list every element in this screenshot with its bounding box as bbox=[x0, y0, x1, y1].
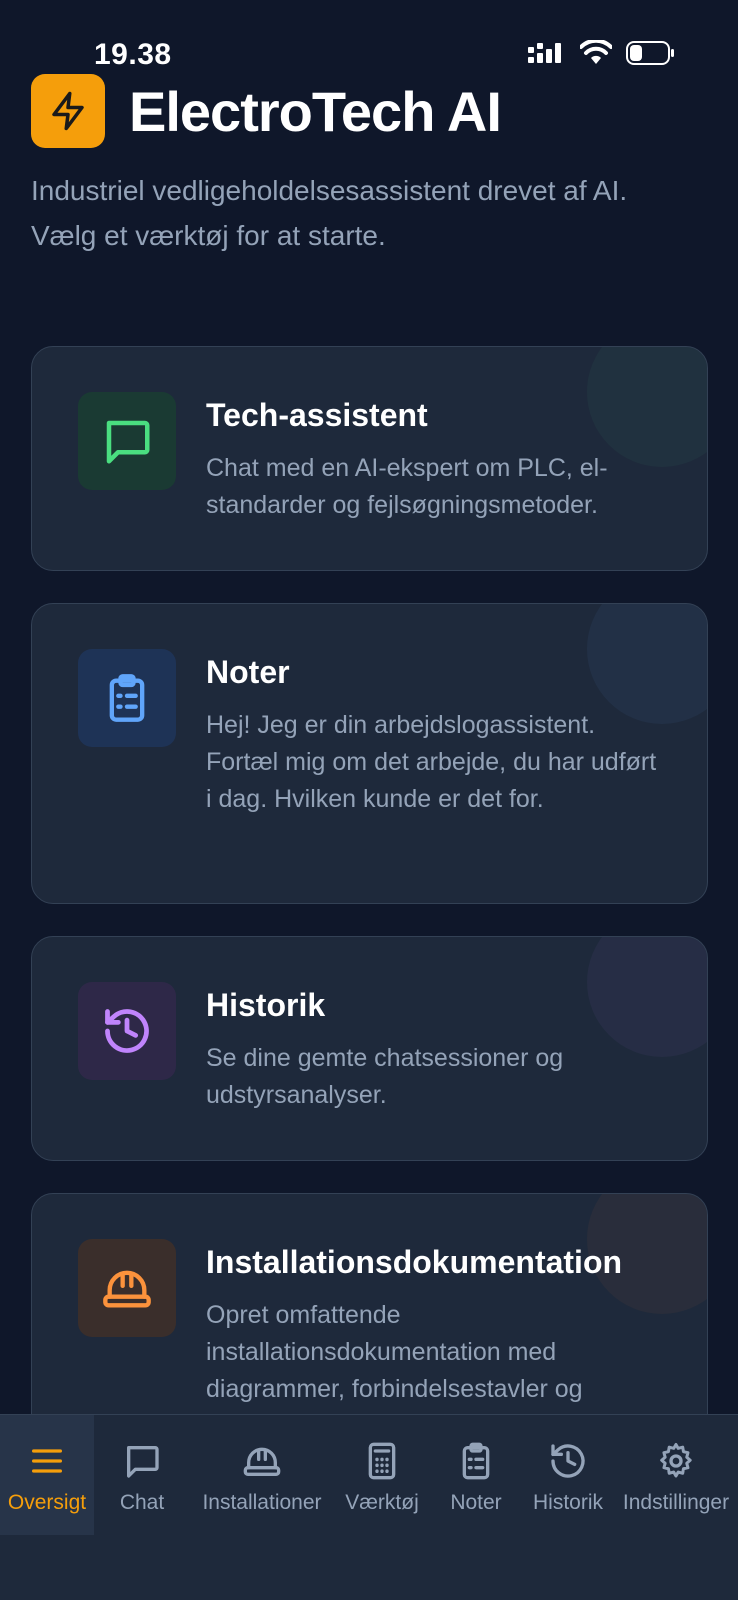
battery-icon bbox=[626, 41, 674, 65]
wifi-icon bbox=[580, 40, 612, 64]
card-title: Tech-assistent bbox=[206, 397, 428, 433]
gear-icon bbox=[660, 1442, 692, 1478]
lightning-icon bbox=[52, 91, 84, 131]
nav-label: Indstillinger bbox=[622, 1491, 730, 1514]
card-installationsdokumentation[interactable]: Installationsdokumentation Opret omfatte… bbox=[31, 1193, 708, 1414]
card-title: Noter bbox=[206, 654, 290, 690]
card-tech-assistent[interactable]: Tech-assistent Chat med en AI-ekspert om… bbox=[31, 346, 708, 571]
nav-item-vaerktoej[interactable]: Værktøj bbox=[334, 1415, 430, 1535]
card-icon-container bbox=[78, 982, 176, 1080]
logo bbox=[31, 74, 105, 148]
nav-label: Værktøj bbox=[345, 1491, 419, 1514]
card-icon-container bbox=[78, 392, 176, 490]
hardhat-icon bbox=[103, 1270, 151, 1308]
signal-icon bbox=[528, 43, 561, 63]
nav-item-noter[interactable]: Noter bbox=[430, 1415, 522, 1535]
status-time: 19.38 bbox=[94, 38, 172, 71]
bottom-nav: Oversigt Chat Installationer Værktøj Not… bbox=[0, 1414, 738, 1600]
status-icons bbox=[528, 40, 676, 66]
nav-label: Installationer bbox=[202, 1491, 322, 1514]
card-description: Se dine gemte chatsessioner og udstyrsan… bbox=[206, 1044, 564, 1109]
hardhat-icon bbox=[243, 1447, 281, 1476]
nav-label: Chat bbox=[119, 1491, 165, 1514]
nav-item-historik[interactable]: Historik bbox=[522, 1415, 614, 1535]
card-description: Hej! Jeg er din arbejdslogassistent. For… bbox=[206, 711, 657, 813]
status-bar: 19.38 bbox=[0, 0, 738, 80]
card-noter[interactable]: Noter Hej! Jeg er din arbejdslogassisten… bbox=[31, 603, 708, 904]
tool-cards: Tech-assistent Chat med en AI-ekspert om… bbox=[31, 346, 708, 1414]
nav-label: Oversigt bbox=[7, 1491, 87, 1514]
chat-icon bbox=[126, 1446, 159, 1478]
app-subtitle: Industriel vedligeholdelsesassistent dre… bbox=[31, 175, 628, 251]
nav-item-oversigt[interactable]: Oversigt bbox=[0, 1415, 94, 1535]
card-icon-container bbox=[78, 1239, 176, 1337]
nav-item-indstillinger[interactable]: Indstillinger bbox=[614, 1415, 738, 1535]
history-icon bbox=[551, 1444, 585, 1478]
app-title: ElectroTech AI bbox=[129, 79, 502, 143]
clipboard-icon bbox=[109, 674, 145, 722]
card-description: Opret omfattende installationsdokumentat… bbox=[206, 1301, 583, 1403]
card-historik[interactable]: Historik Se dine gemte chatsessioner og … bbox=[31, 936, 708, 1161]
menu-icon bbox=[31, 1449, 62, 1473]
history-icon bbox=[105, 1009, 149, 1053]
nav-item-chat[interactable]: Chat bbox=[94, 1415, 190, 1535]
card-icon-container bbox=[78, 649, 176, 747]
nav-label: Noter bbox=[450, 1491, 502, 1514]
card-description: Chat med en AI-ekspert om PLC, el-standa… bbox=[206, 454, 608, 519]
nav-label: Historik bbox=[532, 1491, 603, 1514]
card-title: Historik bbox=[206, 987, 326, 1023]
card-title: Installationsdokumentation bbox=[206, 1244, 623, 1280]
chat-icon bbox=[106, 420, 150, 464]
clipboard-icon bbox=[462, 1442, 490, 1480]
header: ElectroTech AI Industriel vedligeholdels… bbox=[31, 74, 711, 258]
calculator-icon bbox=[368, 1442, 396, 1480]
nav-item-installationer[interactable]: Installationer bbox=[190, 1415, 334, 1535]
